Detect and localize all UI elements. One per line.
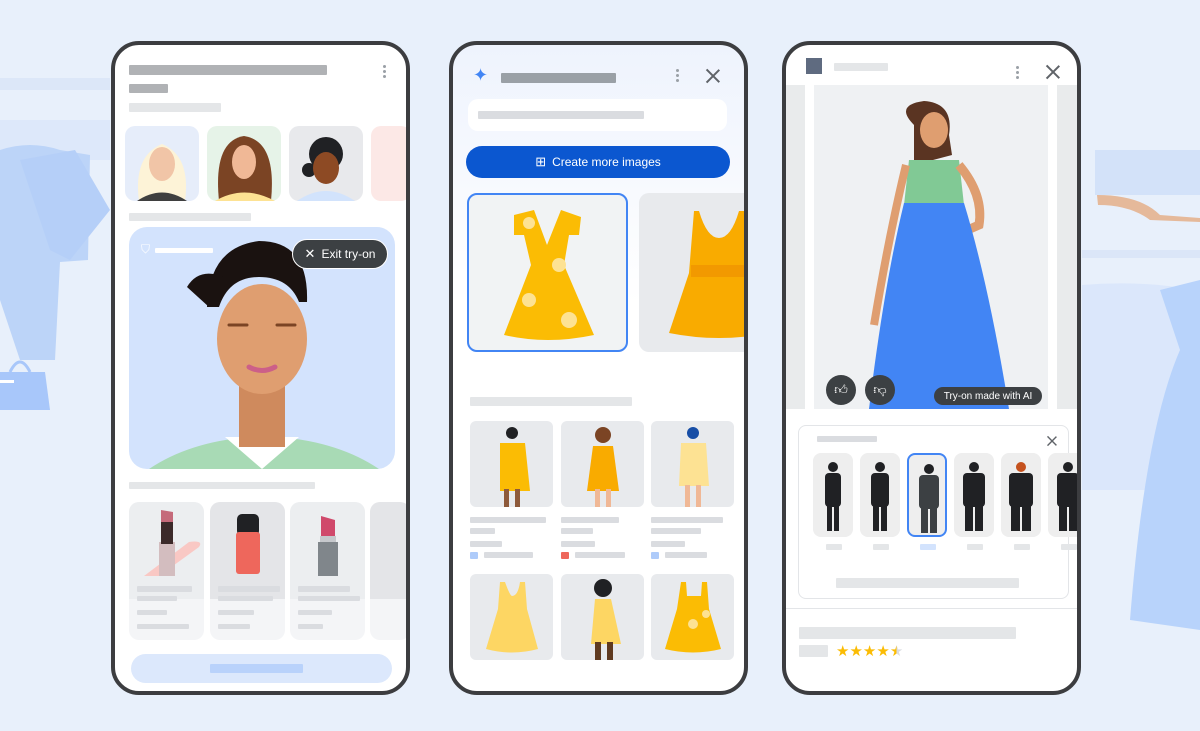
products-heading-placeholder: [129, 482, 315, 489]
model-avatar-2[interactable]: [207, 126, 281, 201]
price-placeholder: [799, 645, 828, 657]
create-more-images-label: Create more images: [552, 155, 661, 169]
title-placeholder: [501, 73, 616, 83]
beauty-try-on-panel: ⛉ ✕ Exit try-on: [111, 41, 410, 695]
body-type-label: [1014, 544, 1030, 550]
close-icon[interactable]: [706, 69, 720, 83]
exit-try-on-label: Exit try-on: [321, 247, 376, 261]
body-type-option-1[interactable]: [813, 453, 853, 537]
ai-disclosure-badge: Try-on made with AI: [934, 387, 1042, 405]
generated-image-2[interactable]: [639, 193, 744, 352]
add-image-icon: ⊞: [535, 154, 547, 169]
caption-placeholder: [129, 103, 221, 112]
shield-icon: ⛉: [141, 242, 151, 256]
star-half-icon: ★: [889, 643, 904, 660]
body-type-label: [873, 544, 889, 550]
more-vert-icon[interactable]: [383, 65, 387, 80]
more-vert-icon[interactable]: [676, 69, 680, 84]
more-vert-icon[interactable]: [1016, 66, 1020, 81]
result-image-4[interactable]: [470, 574, 553, 660]
product-title-placeholder: [799, 627, 1016, 639]
subtitle-placeholder: [129, 84, 168, 93]
virtual-try-on-panel: 👍︎ 👎︎ Try-on made with AI ★★★★★: [782, 41, 1081, 695]
shop-button[interactable]: [131, 654, 392, 683]
ai-disclosure-label: Try-on made with AI: [943, 390, 1033, 402]
generate-images-panel: ✦ ⊞ Create more images: [449, 41, 748, 695]
selector-footer-placeholder: [836, 578, 1019, 588]
section-placeholder: [129, 213, 251, 221]
generated-image-1-selected[interactable]: [467, 193, 628, 352]
close-icon: ✕: [304, 246, 316, 261]
body-type-option-3[interactable]: [907, 453, 947, 537]
model-avatar-3[interactable]: [289, 126, 363, 201]
store-logo: [806, 58, 822, 74]
product-card-lipstick[interactable]: [129, 502, 204, 640]
try-on-result-image: [814, 85, 1048, 409]
star-filled-icon: ★: [862, 643, 877, 660]
product-card-partial[interactable]: [370, 502, 406, 640]
result-image-5[interactable]: [561, 574, 644, 660]
thumbs-up-icon[interactable]: 👍︎: [826, 375, 856, 405]
body-type-label: [1061, 544, 1077, 550]
create-more-images-button[interactable]: ⊞ Create more images: [466, 146, 730, 178]
body-type-label: [920, 544, 936, 550]
exit-try-on-button[interactable]: ✕ Exit try-on: [292, 239, 388, 269]
prompt-input[interactable]: [468, 99, 727, 131]
result-image-3[interactable]: [651, 421, 734, 507]
divider: [786, 608, 1077, 609]
star-rating: ★★★★★: [836, 642, 903, 661]
store-icon: [561, 552, 569, 559]
close-icon[interactable]: [1046, 65, 1060, 79]
body-type-selector: [798, 425, 1077, 599]
results-heading-placeholder: [470, 397, 632, 406]
close-icon[interactable]: [1047, 436, 1057, 446]
gemini-spark-icon: ✦: [473, 65, 489, 85]
title-placeholder: [129, 65, 327, 75]
selector-title-placeholder: [817, 436, 877, 442]
store-icon: [651, 552, 659, 559]
product-card-nail-polish[interactable]: [210, 502, 285, 640]
body-type-option-6[interactable]: [1048, 453, 1077, 537]
star-filled-icon: ★: [849, 643, 863, 660]
label-placeholder: [155, 248, 213, 253]
store-name-placeholder: [834, 63, 888, 71]
model-avatar-1[interactable]: [125, 126, 199, 201]
thumbs-down-icon[interactable]: 👎︎: [865, 375, 895, 405]
result-image-6[interactable]: [651, 574, 734, 660]
body-type-label: [967, 544, 983, 550]
star-filled-icon: ★: [876, 643, 890, 660]
star-filled-icon: ★: [836, 643, 850, 660]
body-type-option-4[interactable]: [954, 453, 994, 537]
model-avatar-4[interactable]: [371, 126, 406, 201]
result-image-2[interactable]: [561, 421, 644, 507]
body-type-option-2[interactable]: [860, 453, 900, 537]
body-type-label: [826, 544, 842, 550]
product-card-lipstick-red[interactable]: [290, 502, 365, 640]
result-image-1[interactable]: [470, 421, 553, 507]
store-icon: [470, 552, 478, 559]
body-type-option-5[interactable]: [1001, 453, 1041, 537]
